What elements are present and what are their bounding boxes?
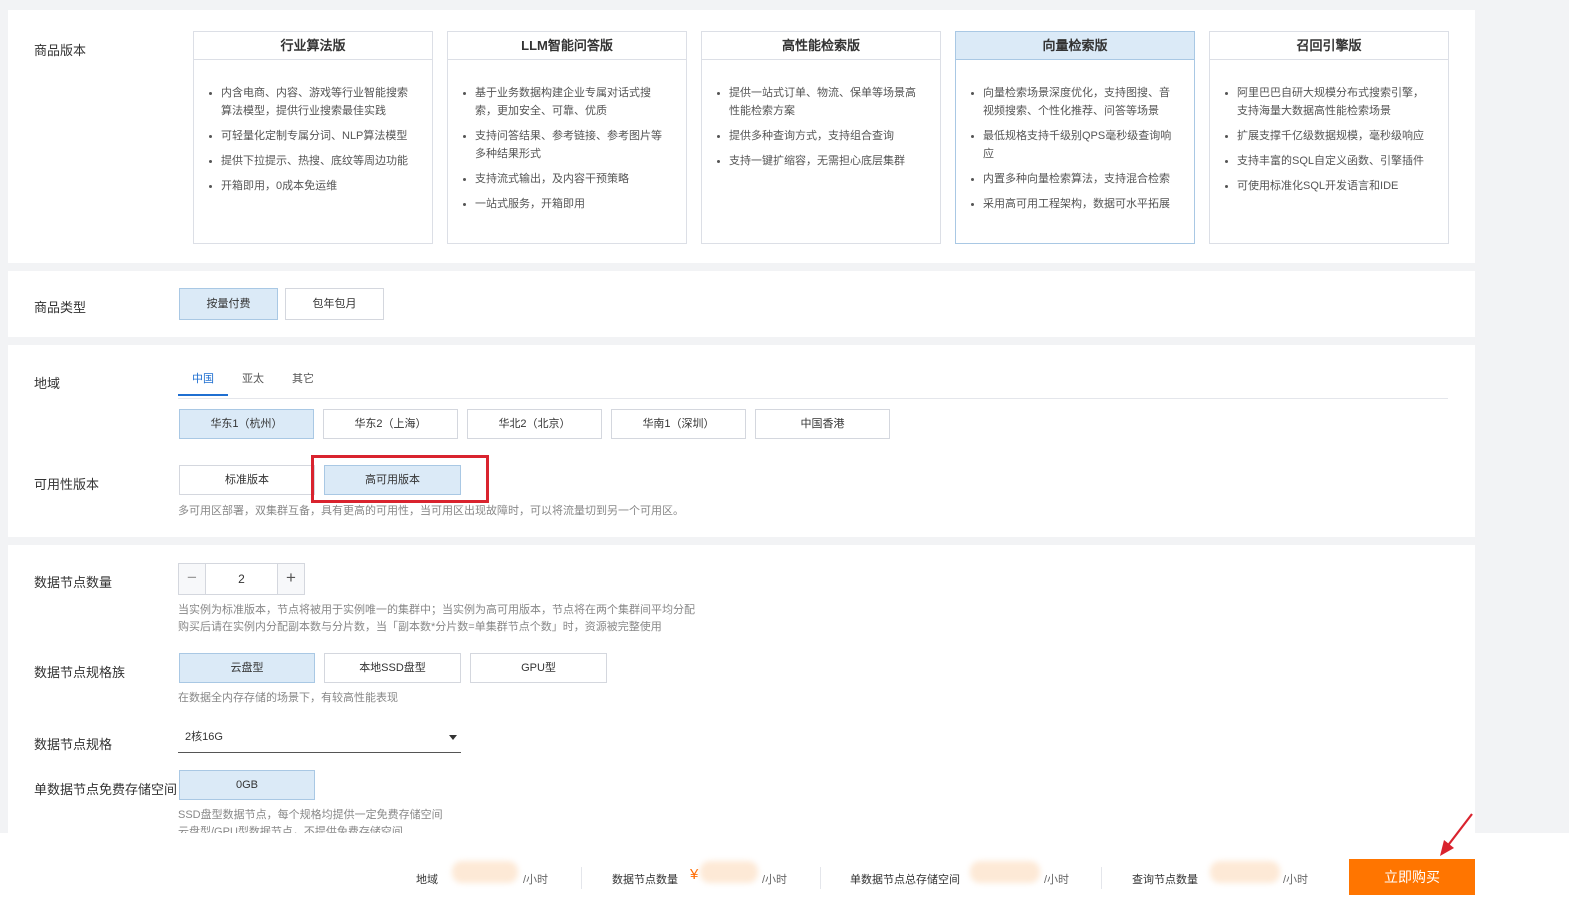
edition-label: 商品版本 (34, 43, 87, 58)
edition-card-vector[interactable]: 向量检索版 向量检索场景深度优化，支持图搜、音视频搜索、个性化推荐、问答等场景 … (955, 31, 1195, 244)
edition-feature: 提供多种查询方式，支持组合查询 (714, 127, 926, 145)
buy-now-button[interactable]: 立即购买 (1349, 859, 1475, 895)
tab-other[interactable]: 其它 (278, 370, 328, 396)
red-arrow-icon (1440, 813, 1473, 856)
node-count-hint: 当实例为标准版本，节点将被用于实例唯一的集群中；当实例为高可用版本，节点将在两个… (178, 604, 695, 616)
price-unit: /小时 (523, 874, 549, 886)
edition-card-llm[interactable]: LLM智能问答版 基于业务数据构建企业专属对话式搜索，更加安全、可靠、优质 支持… (447, 31, 687, 244)
highlight-box (311, 455, 489, 503)
edition-card-performance[interactable]: 高性能检索版 提供一站式订单、物流、保单等场景高性能检索方案 提供多种查询方式，… (701, 31, 941, 244)
price-unit: /小时 (762, 874, 788, 886)
edition-feature: 支持一键扩缩容，无需担心底层集群 (714, 152, 926, 170)
edition-feature: 开箱即用，0成本免运维 (206, 177, 418, 195)
family-option-local-ssd[interactable]: 本地SSD盘型 (324, 653, 461, 683)
blurred-price (452, 861, 518, 883)
node-count-label: 数据节点数量 (34, 575, 113, 590)
decrement-button[interactable]: − (179, 564, 206, 594)
region-tabs: 中国 亚太 其它 (178, 370, 328, 396)
caret-down-icon (449, 735, 457, 740)
summary-node-count-label: 数据节点数量 (612, 874, 678, 886)
edition-feature: 提供一站式订单、物流、保单等场景高性能检索方案 (714, 84, 926, 120)
price-unit: /小时 (1044, 874, 1070, 886)
summary-divider (820, 867, 821, 889)
region-option-hangzhou[interactable]: 华东1（杭州） (179, 409, 314, 439)
edition-feature: 一站式服务，开箱即用 (460, 195, 672, 213)
pay-as-you-go-option[interactable]: 按量付费 (179, 288, 278, 320)
edition-card-title: LLM智能问答版 (448, 32, 686, 60)
edition-feature: 支持流式输出，及内容干预策略 (460, 170, 672, 188)
edition-panel: 商品版本 行业算法版 内含电商、内容、游戏等行业智能搜索算法模型，提供行业搜索最… (8, 10, 1475, 263)
edition-feature: 内含电商、内容、游戏等行业智能搜索算法模型，提供行业搜索最佳实践 (206, 84, 418, 120)
edition-card-title: 召回引擎版 (1210, 32, 1448, 60)
node-family-label: 数据节点规格族 (34, 665, 126, 680)
region-option-hongkong[interactable]: 中国香港 (755, 409, 890, 439)
edition-feature: 支持丰富的SQL自定义函数、引擎插件 (1222, 152, 1434, 170)
availability-hint: 多可用区部署，双集群互备，具有更高的可用性，当可用区出现故障时，可以将流量切到另… (178, 505, 684, 517)
edition-feature: 可轻量化定制专属分词、NLP算法模型 (206, 127, 418, 145)
region-option-shanghai[interactable]: 华东2（上海） (323, 409, 458, 439)
node-spec-label: 数据节点规格 (34, 737, 113, 752)
region-panel: 地域 中国 亚太 其它 华东1（杭州） 华东2（上海） 华北2（北京） 华南1（… (8, 345, 1475, 537)
node-count-value[interactable]: 2 (206, 564, 277, 594)
edition-card-title: 行业算法版 (194, 32, 432, 60)
blurred-price (700, 861, 758, 883)
summary-divider (1101, 867, 1102, 889)
node-family-hint: 在数据全内存存储的场景下，有较高性能表现 (178, 692, 398, 704)
storage-value: 0GB (179, 770, 315, 800)
edition-feature: 最低规格支持千级别QPS毫秒级查询响应 (968, 127, 1180, 163)
family-option-gpu[interactable]: GPU型 (470, 653, 607, 683)
price-unit: /小时 (1283, 874, 1309, 886)
order-summary-bar: 地域 /小时 数据节点数量 ¥ /小时 单数据节点总存储空间 /小时 查询节点数… (0, 833, 1569, 920)
node-spec-select[interactable]: 2核16G (178, 727, 461, 753)
region-label: 地域 (34, 376, 61, 391)
edition-card-title: 向量检索版 (956, 32, 1194, 60)
increment-button[interactable]: + (277, 564, 304, 594)
edition-feature: 采用高可用工程架构，数据可水平拓展 (968, 195, 1180, 213)
edition-feature: 基于业务数据构建企业专属对话式搜索，更加安全、可靠、优质 (460, 84, 672, 120)
tab-asia-pacific[interactable]: 亚太 (228, 370, 278, 396)
standard-version-option[interactable]: 标准版本 (179, 465, 315, 495)
storage-hint: 云盘型/GPU型数据节点，不提供免费存储空间 (178, 826, 403, 833)
tabs-divider (178, 398, 1448, 399)
summary-divider (581, 867, 582, 889)
region-option-beijing[interactable]: 华北2（北京） (467, 409, 602, 439)
product-type-label: 商品类型 (34, 300, 87, 315)
edition-card-recall[interactable]: 召回引擎版 阿里巴巴自研大规模分布式搜索引擎，支持海量大数据高性能检索场景 扩展… (1209, 31, 1449, 244)
product-type-panel: 商品类型 按量付费 包年包月 (8, 271, 1475, 337)
node-config-panel: 数据节点数量 − 2 + 当实例为标准版本，节点将被用于实例唯一的集群中；当实例… (8, 545, 1475, 833)
edition-card-title: 高性能检索版 (702, 32, 940, 60)
blurred-price (970, 861, 1040, 883)
summary-query-nodes-label: 查询节点数量 (1132, 874, 1198, 886)
edition-feature: 提供下拉提示、热搜、底纹等周边功能 (206, 152, 418, 170)
edition-feature: 阿里巴巴自研大规模分布式搜索引擎，支持海量大数据高性能检索场景 (1222, 84, 1434, 120)
tab-china[interactable]: 中国 (178, 370, 228, 396)
node-spec-value: 2核16G (185, 731, 223, 743)
storage-label: 单数据节点免费存储空间 (34, 782, 178, 797)
blurred-price (1210, 861, 1280, 883)
region-option-shenzhen[interactable]: 华南1（深圳） (611, 409, 746, 439)
summary-storage-label: 单数据节点总存储空间 (850, 874, 960, 886)
edition-feature: 扩展支撑千亿级数据规模，毫秒级响应 (1222, 127, 1434, 145)
currency-symbol: ¥ (690, 866, 699, 883)
edition-feature: 可使用标准化SQL开发语言和IDE (1222, 177, 1434, 195)
node-count-hint: 购买后请在实例内分配副本数与分片数，当「副本数*分片数=单集群节点个数」时，资源… (178, 621, 662, 633)
subscription-option[interactable]: 包年包月 (285, 288, 384, 320)
edition-card-industry[interactable]: 行业算法版 内含电商、内容、游戏等行业智能搜索算法模型，提供行业搜索最佳实践 可… (193, 31, 433, 244)
edition-feature: 支持问答结果、参考链接、参考图片等多种结果形式 (460, 127, 672, 163)
node-count-stepper: − 2 + (178, 563, 305, 595)
edition-feature: 内置多种向量检索算法，支持混合检索 (968, 170, 1180, 188)
availability-label: 可用性版本 (34, 477, 100, 492)
family-option-cloud-disk[interactable]: 云盘型 (179, 653, 315, 683)
summary-region-label: 地域 (416, 874, 438, 886)
edition-feature: 向量检索场景深度优化，支持图搜、音视频搜索、个性化推荐、问答等场景 (968, 84, 1180, 120)
storage-hint: SSD盘型数据节点，每个规格均提供一定免费存储空间 (178, 809, 443, 821)
